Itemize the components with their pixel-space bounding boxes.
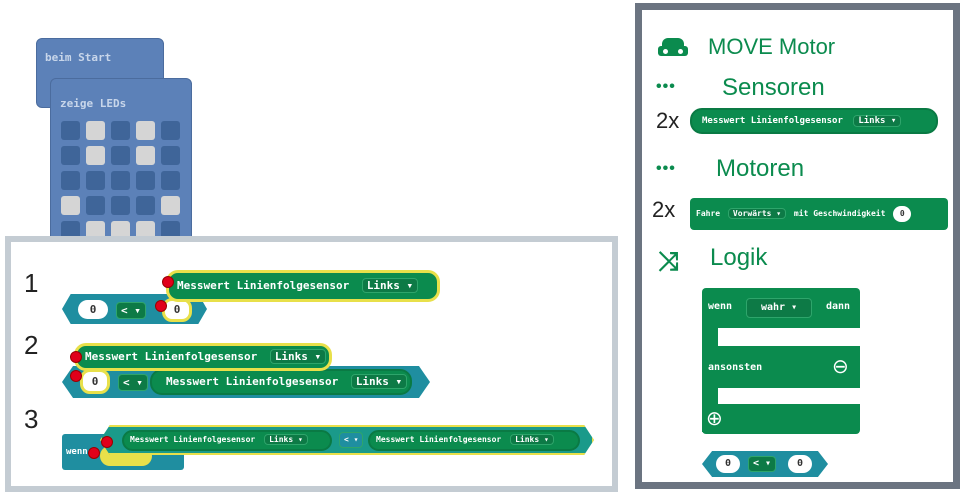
marker-dot: [162, 276, 174, 288]
led-grid[interactable]: [61, 121, 183, 243]
add-else-icon[interactable]: ⊕: [706, 406, 723, 431]
side-label: Links: [858, 116, 886, 126]
led-cell[interactable]: [161, 171, 180, 190]
category-sensoren[interactable]: Sensoren: [722, 74, 825, 102]
sensor-block-right[interactable]: Messwert Linienfolgesensor Links ▾: [150, 369, 412, 395]
true-label: wahr: [761, 302, 786, 313]
side-dropdown[interactable]: Links ▾: [510, 434, 554, 445]
led-cell[interactable]: [86, 171, 105, 190]
compare-dropdown[interactable]: < ▾: [116, 302, 146, 319]
compare-dropdown[interactable]: < ▾: [118, 374, 148, 391]
toolbox-sensor-block[interactable]: Messwert Linienfolgesensor Links ▾: [690, 108, 938, 134]
led-cell[interactable]: [136, 171, 155, 190]
marker-dot: [70, 370, 82, 382]
led-cell[interactable]: [61, 121, 80, 140]
if-else-block[interactable]: wenn wahr ▾ dann ansonsten ⊖ ⊕: [702, 288, 860, 434]
then-label: dann: [826, 301, 851, 312]
side-dropdown[interactable]: Links ▾: [350, 374, 408, 389]
value-input[interactable]: 0: [716, 455, 740, 473]
operator-label: <: [121, 304, 128, 317]
operator-label: <: [123, 376, 130, 389]
led-cell[interactable]: [161, 146, 180, 165]
led-cell[interactable]: [111, 146, 130, 165]
condition-dropdown[interactable]: wahr ▾: [746, 298, 813, 318]
side-dropdown[interactable]: Links ▾: [264, 434, 308, 445]
shuffle-icon: ⤨: [658, 246, 679, 276]
value-input[interactable]: 0: [80, 369, 110, 394]
toolbox-drive-block[interactable]: Fahre Vorwärts ▾ mit Geschwindigkeit 0: [690, 198, 948, 230]
led-cell[interactable]: [61, 196, 80, 215]
led-cell[interactable]: [111, 196, 130, 215]
drive-label: Fahre: [696, 209, 721, 218]
side-dropdown[interactable]: Links ▾: [269, 349, 327, 364]
compare-dropdown[interactable]: < ▾: [748, 456, 777, 472]
sensor-label: Messwert Linienfolgesensor: [166, 375, 339, 388]
led-cell[interactable]: [111, 171, 130, 190]
show-leds-label: zeige LEDs: [60, 97, 127, 110]
sensor-block-drag-1[interactable]: Messwert Linienfolgesensor Links ▾: [166, 270, 440, 302]
count-sensor: 2x: [656, 108, 680, 133]
category-motoren[interactable]: Motoren: [716, 155, 804, 183]
marker-dot: [101, 436, 113, 448]
marker-dot: [88, 447, 100, 459]
operator-label: <: [753, 458, 760, 469]
side-label: Links: [355, 375, 389, 388]
operator-label: <: [344, 435, 349, 444]
side-dropdown[interactable]: Links ▾: [853, 115, 902, 127]
sensor-label: Messwert Linienfolgesensor: [702, 116, 843, 126]
compare-dropdown[interactable]: < ▾: [339, 432, 364, 448]
side-label: Links: [366, 279, 400, 292]
sensor-block-3b[interactable]: Messwert Linienfolgesensor Links ▾: [368, 430, 580, 451]
direction-label: Vorwärts: [732, 209, 772, 218]
side-dropdown[interactable]: Links ▾: [361, 278, 419, 293]
sensor-label: Messwert Linienfolgesensor: [85, 350, 258, 363]
led-cell[interactable]: [161, 196, 180, 215]
led-cell[interactable]: [111, 121, 130, 140]
side-label: Links: [269, 435, 294, 444]
sensor-label: Messwert Linienfolgesensor: [376, 435, 502, 444]
marker-dot: [155, 300, 167, 312]
led-cell[interactable]: [86, 146, 105, 165]
led-cell[interactable]: [136, 146, 155, 165]
sensor-block-3a[interactable]: Messwert Linienfolgesensor Links ▾: [122, 430, 332, 451]
led-cell[interactable]: [61, 146, 80, 165]
side-label: Links: [515, 435, 540, 444]
category-move-motor[interactable]: MOVE Motor: [708, 34, 835, 60]
speed-input[interactable]: 0: [893, 206, 912, 222]
led-cell[interactable]: [136, 121, 155, 140]
show-leds-block[interactable]: zeige LEDs: [50, 78, 192, 244]
count-drive: 2x: [652, 197, 676, 222]
if-label: wenn: [708, 301, 733, 312]
side-label: Links: [274, 350, 308, 363]
dots-icon: •••: [656, 160, 676, 177]
step-1-label: 1: [24, 268, 39, 298]
remove-else-icon[interactable]: ⊖: [832, 354, 849, 379]
sensor-label: Messwert Linienfolgesensor: [177, 279, 350, 292]
on-start-label: beim Start: [45, 51, 112, 64]
dots-icon: •••: [656, 78, 676, 95]
value-input[interactable]: 0: [788, 455, 812, 473]
else-label: ansonsten: [708, 362, 763, 373]
if-label: wenn: [66, 447, 88, 457]
led-cell[interactable]: [86, 196, 105, 215]
led-cell[interactable]: [86, 121, 105, 140]
led-cell[interactable]: [61, 171, 80, 190]
led-cell[interactable]: [161, 121, 180, 140]
value-input[interactable]: 0: [78, 300, 108, 319]
car-icon: [658, 38, 688, 58]
led-cell[interactable]: [136, 196, 155, 215]
direction-dropdown[interactable]: Vorwärts ▾: [727, 208, 787, 219]
marker-dot: [70, 351, 82, 363]
speed-label: mit Geschwindigkeit: [793, 209, 886, 218]
step-2-label: 2: [24, 330, 39, 360]
sensor-block-drag-2[interactable]: Messwert Linienfolgesensor Links ▾: [74, 343, 332, 371]
step-3-label: 3: [24, 404, 39, 434]
category-logik[interactable]: Logik: [710, 244, 767, 272]
sensor-label: Messwert Linienfolgesensor: [130, 435, 256, 444]
